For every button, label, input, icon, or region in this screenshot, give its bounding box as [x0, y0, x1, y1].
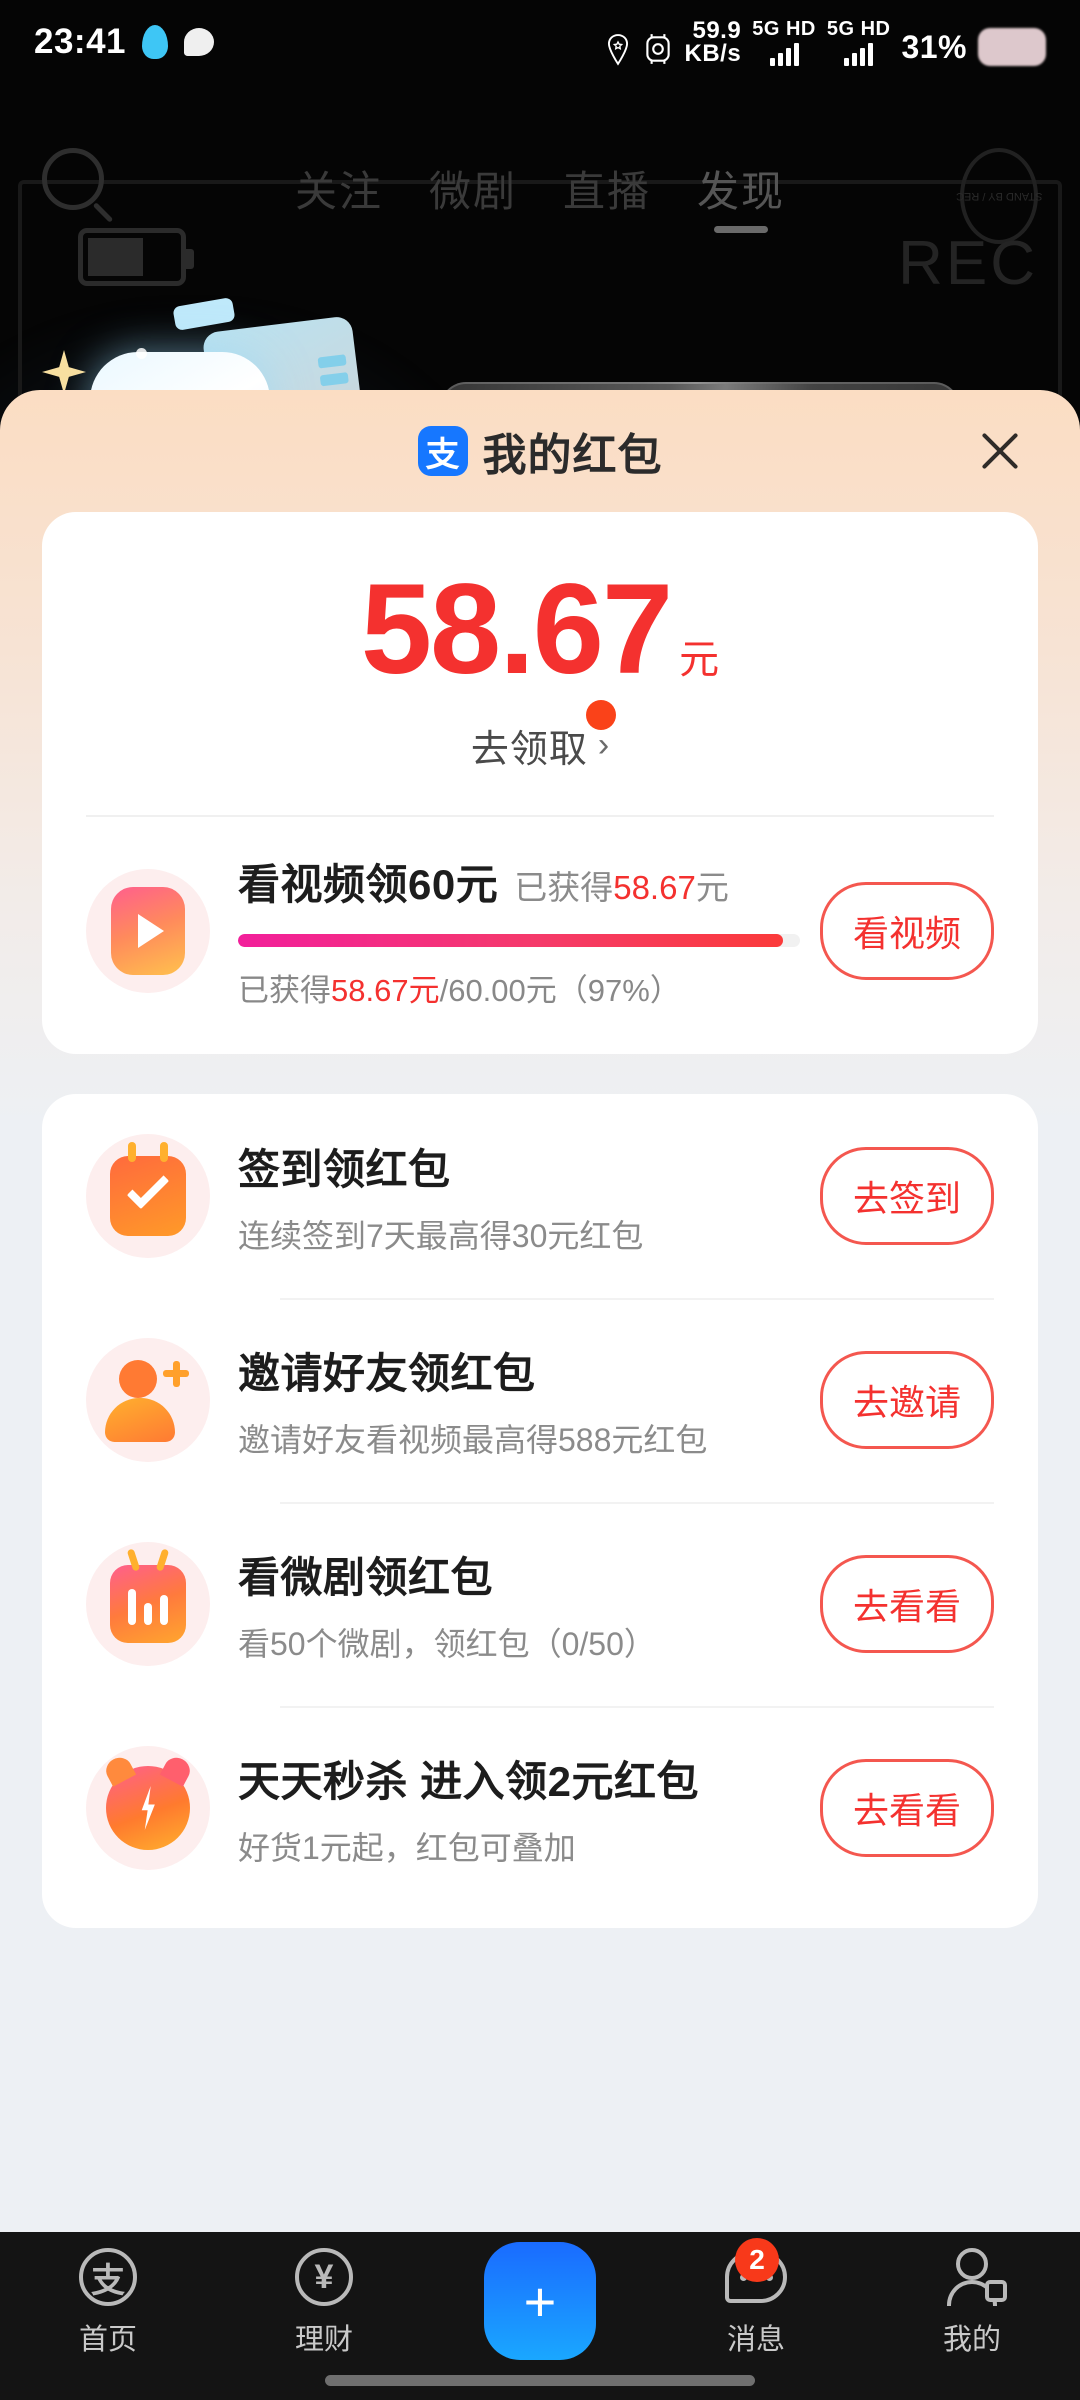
- go-shop-button[interactable]: 去看看: [820, 1759, 994, 1857]
- task-title: 签到领红包: [238, 1136, 800, 1197]
- task-subtitle: 邀请好友看视频最高得588元红包: [238, 1415, 800, 1461]
- sim2-indicator: 5G HD: [827, 19, 891, 66]
- alipay-home-icon: 支: [77, 2246, 139, 2308]
- chat-bubble-icon: 2: [725, 2246, 787, 2308]
- sim1-indicator: 5G HD: [752, 19, 816, 66]
- task-list-card: 签到领红包 连续签到7天最高得30元红包 去签到 邀请好友领红包 邀请好友看视频…: [42, 1094, 1038, 1928]
- balance-card: 58.67 元 去领取 › 看视频领60元 已获得58.67元 已获得58.67…: [42, 512, 1038, 1054]
- chevron-right-icon: ›: [598, 726, 609, 765]
- task-body: 签到领红包 连续签到7天最高得30元红包: [238, 1136, 800, 1257]
- home-glyph: 支: [91, 2253, 125, 2302]
- home-indicator: [325, 2375, 755, 2386]
- nav-item-finance[interactable]: ¥ 理财: [216, 2246, 432, 2358]
- tab-follow[interactable]: 关注: [295, 158, 383, 233]
- close-icon[interactable]: [972, 423, 1028, 479]
- video-task-earned: 已获得58.67元: [514, 861, 729, 909]
- video-task-progress-fill: [238, 934, 783, 947]
- claim-link-label: 去领取: [471, 718, 588, 773]
- bottom-nav: 支 首页 ¥ 理财 + 2 消息 我的: [0, 2232, 1080, 2400]
- red-dot-badge: [586, 700, 616, 730]
- task-subtitle: 看50个微剧，领红包（0/50）: [238, 1619, 800, 1665]
- task-title: 天天秒杀 进入领2元红包: [238, 1748, 800, 1809]
- progress-percent-text: （97%）: [557, 973, 681, 1008]
- nav-item-messages[interactable]: 2 消息: [648, 2246, 864, 2358]
- network-rate: 59.9 KB/s: [685, 20, 742, 66]
- nav-item-profile[interactable]: 我的: [864, 2246, 1080, 2358]
- sim2-label: 5G HD: [827, 19, 891, 39]
- nav-item-home[interactable]: 支 首页: [0, 2246, 216, 2358]
- go-watch-button[interactable]: 去看看: [820, 1555, 994, 1653]
- top-nav: 关注 微剧 直播 发现: [0, 140, 1080, 250]
- video-task-title: 看视频领60元: [238, 851, 498, 912]
- qq-icon: [142, 25, 168, 59]
- nav-label-finance: 理财: [295, 2316, 353, 2358]
- alarm-flash-icon: [86, 1746, 210, 1870]
- sim2-signal-bars: [844, 42, 873, 66]
- alipay-logo-icon: 支: [418, 426, 468, 476]
- nav-label-profile: 我的: [943, 2316, 1001, 2358]
- status-bar-left: 23:41: [34, 22, 214, 62]
- tab-discover[interactable]: 发现: [697, 158, 785, 233]
- profile-icon: [941, 2246, 1003, 2308]
- calendar-check-icon: [86, 1134, 210, 1258]
- task-body: 天天秒杀 进入领2元红包 好货1元起，红包可叠加: [238, 1748, 800, 1869]
- progress-total: 60.00元: [448, 973, 557, 1008]
- message-icon: [184, 28, 214, 56]
- status-bar: 23:41 59.9 KB/s 5G HD 5G HD 31%: [0, 0, 1080, 84]
- watch-icon: [642, 32, 674, 66]
- go-signin-button[interactable]: 去签到: [820, 1147, 994, 1245]
- task-title: 看微剧领红包: [238, 1544, 800, 1605]
- task-row-flashsale[interactable]: 天天秒杀 进入领2元红包 好货1元起，红包可叠加 去看看: [42, 1706, 1038, 1910]
- sheet-header: 支 我的红包: [0, 390, 1080, 512]
- nav-item-create[interactable]: +: [432, 2246, 648, 2360]
- task-row-invite[interactable]: 邀请好友领红包 邀请好友看视频最高得588元红包 去邀请: [42, 1298, 1038, 1502]
- finance-glyph: ¥: [315, 2258, 334, 2297]
- task-subtitle: 连续签到7天最高得30元红包: [238, 1211, 800, 1257]
- balance-unit: 元: [679, 627, 719, 685]
- user-plus-icon: [86, 1338, 210, 1462]
- nav-label-home: 首页: [79, 2316, 137, 2358]
- task-row-miniseries[interactable]: 看微剧领红包 看50个微剧，领红包（0/50） 去看看: [42, 1502, 1038, 1706]
- video-task-body: 看视频领60元 已获得58.67元 已获得58.67元/60.00元（97%）: [238, 851, 800, 1010]
- video-task-progress-bar: [238, 934, 800, 947]
- message-badge: 2: [735, 2238, 779, 2282]
- progress-earned: 58.67元: [331, 973, 440, 1008]
- network-rate-unit: KB/s: [685, 40, 742, 67]
- location-icon: [605, 34, 631, 66]
- status-bar-right: 59.9 KB/s 5G HD 5G HD 31%: [605, 19, 1046, 66]
- claim-link[interactable]: 去领取 ›: [42, 718, 1038, 773]
- video-task-head: 看视频领60元 已获得58.67元: [238, 851, 800, 912]
- task-title: 邀请好友领红包: [238, 1340, 800, 1401]
- red-packet-sheet: 支 我的红包 58.67 元 去领取 › 看视频领60元 已获得58.67元: [0, 390, 1080, 2232]
- video-task-row[interactable]: 看视频领60元 已获得58.67元 已获得58.67元/60.00元（97%） …: [42, 817, 1038, 1054]
- play-icon: [86, 869, 210, 993]
- video-task-progress-text: 已获得58.67元/60.00元（97%）: [238, 965, 800, 1010]
- sparkle-dot: [136, 348, 147, 359]
- balance-amount: 58.67: [361, 566, 671, 694]
- nav-label-messages: 消息: [727, 2316, 785, 2358]
- balance-row: 58.67 元: [42, 566, 1038, 694]
- tab-live[interactable]: 直播: [563, 158, 651, 233]
- yuan-finance-icon: ¥: [293, 2246, 355, 2308]
- watch-video-button[interactable]: 看视频: [820, 882, 994, 980]
- go-invite-button[interactable]: 去邀请: [820, 1351, 994, 1449]
- battery-percent: 31%: [901, 29, 967, 66]
- tab-miniseries[interactable]: 微剧: [429, 158, 517, 233]
- plus-icon[interactable]: +: [484, 2242, 596, 2360]
- battery-icon: [978, 28, 1046, 66]
- video-task-earned-amount: 58.67: [613, 869, 696, 906]
- sim1-signal-bars: [770, 42, 799, 66]
- status-clock: 23:41: [34, 22, 126, 62]
- task-body: 看微剧领红包 看50个微剧，领红包（0/50）: [238, 1544, 800, 1665]
- task-row-signin[interactable]: 签到领红包 连续签到7天最高得30元红包 去签到: [42, 1094, 1038, 1298]
- alipay-logo-glyph: 支: [426, 427, 460, 476]
- sim1-label: 5G HD: [752, 19, 816, 39]
- task-body: 邀请好友领红包 邀请好友看视频最高得588元红包: [238, 1340, 800, 1461]
- task-subtitle: 好货1元起，红包可叠加: [238, 1823, 800, 1869]
- tv-icon: [86, 1542, 210, 1666]
- page-title: 我的红包: [483, 419, 663, 483]
